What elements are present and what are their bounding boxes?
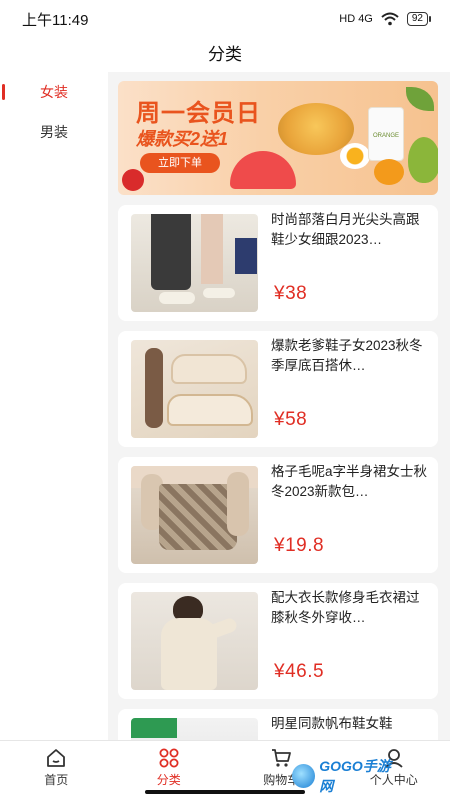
order-now-button[interactable]: 立即下单 <box>140 153 220 173</box>
avocado-image <box>408 137 438 183</box>
product-price: ¥46.5 <box>274 661 325 682</box>
product-card[interactable]: 爆款老爹鞋子女2023秋冬季厚底百搭休… ¥58 <box>118 331 438 447</box>
sidebar-item-label: 男装 <box>40 124 68 140</box>
product-price: ¥58 <box>274 409 308 430</box>
product-image-sweater-dress <box>131 592 258 690</box>
status-icons: HD 4G 92 <box>339 12 432 26</box>
strawberry-image <box>122 169 144 191</box>
product-image-canvas-shoes <box>131 718 258 740</box>
battery-icon: 92 <box>406 12 432 26</box>
product-card[interactable]: 配大衣长款修身毛衣裙过膝秋冬外穿收… ¥46.5 <box>118 583 438 699</box>
site-watermark: GOGO手游网 <box>292 758 402 794</box>
jar-label: ORANGE <box>372 133 399 139</box>
sidebar-item-women[interactable]: 女装 <box>0 72 108 112</box>
cart-icon <box>272 749 292 767</box>
product-title: 时尚部落白月光尖头高跟鞋少女细跟2023… <box>271 212 420 247</box>
watermelon-image <box>230 151 296 189</box>
category-sidebar: 女装 男装 <box>0 72 108 740</box>
status-bar: 上午11:49 HD 4G 92 <box>0 0 450 38</box>
banner-title: 周一会员日 <box>136 100 261 127</box>
product-image-heels <box>131 214 258 312</box>
tab-label: 分类 <box>156 773 181 787</box>
product-price: ¥19.8 <box>274 535 325 556</box>
egg-image <box>340 143 370 169</box>
product-image-skirt <box>131 466 258 564</box>
home-indicator[interactable] <box>145 790 305 794</box>
watermark-logo-icon <box>292 764 316 788</box>
home-icon <box>47 749 66 767</box>
product-title: 爆款老爹鞋子女2023秋冬季厚底百搭休… <box>271 338 423 373</box>
promo-banner[interactable]: 周一会员日 爆款买2送1 立即下单 ORANGE <box>118 81 438 195</box>
sidebar-item-men[interactable]: 男装 <box>0 112 108 152</box>
wifi-icon <box>381 12 399 26</box>
product-image-sneakers <box>131 340 258 438</box>
tab-label: 首页 <box>44 773 69 787</box>
grid-icon <box>159 748 179 768</box>
status-time: 上午11:49 <box>22 11 89 29</box>
page-title: 分类 <box>208 45 242 64</box>
sidebar-item-label: 女装 <box>40 84 68 100</box>
product-card[interactable]: 时尚部落白月光尖头高跟鞋少女细跟2023… ¥38 <box>118 205 438 321</box>
product-title: 格子毛呢a字半身裙女士秋冬2023新款包… <box>271 464 428 499</box>
product-list-panel: 周一会员日 爆款买2送1 立即下单 ORANGE 时尚部落白月光尖头高跟鞋少女细… <box>108 72 450 740</box>
leaf-decoration <box>406 87 434 111</box>
product-card[interactable]: 格子毛呢a字半身裙女士秋冬2023新款包… ¥19.8 <box>118 457 438 573</box>
watermark-text: GOGO手游网 <box>319 758 391 794</box>
product-price: ¥38 <box>274 283 308 304</box>
product-title: 配大衣长款修身毛衣裙过膝秋冬外穿收… <box>271 590 420 625</box>
signal-icon: HD 4G <box>339 13 373 25</box>
banner-subtitle: 爆款买2送1 <box>136 129 229 149</box>
tab-home[interactable]: 首页 <box>0 741 113 800</box>
orange-image <box>374 159 404 185</box>
product-card[interactable]: 明星同款帆布鞋女鞋 <box>118 709 438 740</box>
product-title: 明星同款帆布鞋女鞋 <box>271 716 393 731</box>
